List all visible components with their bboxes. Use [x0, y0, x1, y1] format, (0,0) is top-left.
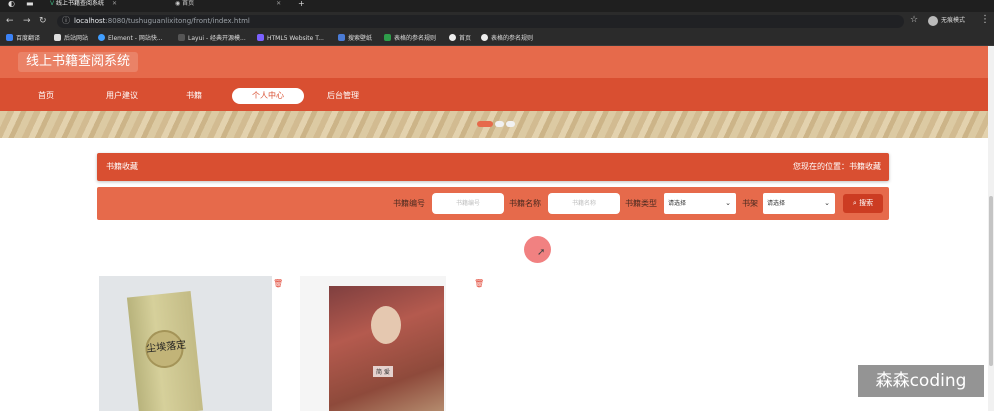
- search-button[interactable]: ⌕ 搜索: [843, 194, 883, 213]
- book-card[interactable]: 尘埃落定: [99, 276, 272, 411]
- book-cover-image: 尘埃落定: [126, 290, 204, 411]
- watermark: 森森coding: [858, 365, 984, 397]
- cover-portrait: [371, 306, 401, 344]
- address-bar[interactable]: ⓘ localhost:8080/tushuguanlixitong/front…: [57, 15, 904, 28]
- carousel-dot[interactable]: [495, 121, 504, 127]
- nav-books[interactable]: 书籍: [174, 88, 214, 104]
- translate-icon: [6, 34, 13, 41]
- tab-title: 首页: [182, 0, 195, 7]
- chevron-down-icon: ⌄: [725, 199, 731, 207]
- more-menu-icon[interactable]: ⋮: [980, 14, 990, 25]
- book-type-select[interactable]: 请选择 ⌄: [664, 193, 736, 214]
- bookmark-item[interactable]: 首页: [449, 34, 471, 44]
- scrollbar-thumb[interactable]: [989, 196, 993, 366]
- layui-icon: [178, 34, 185, 41]
- incognito-icon: [928, 15, 938, 26]
- wallpaper-icon: [338, 34, 345, 41]
- book-name-input[interactable]: [548, 193, 620, 214]
- book-name-label: 书籍名称: [509, 199, 541, 208]
- bookmark-item[interactable]: Element - 网站快...: [98, 34, 163, 44]
- site-header: 线上书籍查阅系统: [0, 46, 994, 78]
- browser-menu-icon[interactable]: ◐: [8, 0, 15, 8]
- url-text: localhost:8080/tushuguanlixitong/front/i…: [74, 17, 250, 25]
- browser-tab[interactable]: ◉ 首页 ✕: [175, 0, 281, 9]
- bookmark-star-icon[interactable]: ☆: [910, 15, 918, 25]
- bookmark-item[interactable]: 表格的参名规则: [384, 34, 436, 44]
- shelf-select[interactable]: 请选择 ⌄: [763, 193, 835, 214]
- book-type-label: 书籍类型: [625, 199, 657, 208]
- bookmark-item[interactable]: 百度翻译: [6, 34, 40, 44]
- carousel-dot-active[interactable]: [477, 121, 493, 127]
- book-type-value: 请选择: [668, 200, 687, 207]
- nav-admin[interactable]: 后台管理: [318, 88, 368, 104]
- tab-close-icon[interactable]: ✕: [276, 0, 281, 7]
- book-no-input[interactable]: [432, 193, 504, 214]
- delete-icon[interactable]: 🗑: [273, 280, 283, 288]
- window-icon[interactable]: ▬: [26, 0, 34, 8]
- delete-icon[interactable]: 🗑: [474, 280, 484, 288]
- browser-tab-active[interactable]: V 线上书籍查阅系统 ✕: [50, 0, 117, 9]
- search-button-label: 搜索: [859, 199, 874, 207]
- bookmark-item[interactable]: 搜索壁纸: [338, 34, 372, 44]
- book-cover-title: 简 爱: [373, 366, 393, 377]
- section-title: 书籍收藏: [106, 162, 138, 171]
- reload-icon[interactable]: ↻: [39, 16, 47, 26]
- nav-suggestions[interactable]: 用户建议: [96, 88, 148, 104]
- vue-logo-icon: V: [50, 0, 55, 7]
- browser-tab-strip: ◐ ▬ V 线上书籍查阅系统 ✕ ◉ 首页 ✕ +: [0, 0, 994, 12]
- incognito-profile[interactable]: 无痕模式: [928, 15, 965, 27]
- html5-icon: [257, 34, 264, 41]
- carousel-dot[interactable]: [506, 121, 515, 127]
- bookmark-item[interactable]: HTML5 Website T...: [257, 34, 324, 44]
- page-scrollbar[interactable]: [988, 46, 994, 411]
- browser-toolbar: ← → ↻ ⓘ localhost:8080/tushuguanlixitong…: [0, 12, 994, 31]
- chevron-down-icon: ⌄: [824, 199, 830, 207]
- main-nav: 首页 用户建议 书籍 个人中心 后台管理: [0, 78, 994, 111]
- bookmark-item[interactable]: 表格的参名规则: [481, 34, 533, 44]
- cursor-icon: ➚: [537, 247, 546, 258]
- book-card[interactable]: 简 爱: [300, 276, 446, 411]
- nav-personal-center[interactable]: 个人中心: [232, 88, 304, 104]
- globe-icon: [481, 34, 488, 41]
- globe-icon: ◉: [175, 0, 181, 7]
- element-icon: [98, 34, 105, 41]
- bookmarks-bar: 百度翻译 后站网站 Element - 网站快... Layui - 经典开源模…: [0, 31, 994, 46]
- book-cover-image: 简 爱: [329, 286, 444, 411]
- sheet-icon: [384, 34, 391, 41]
- tab-close-icon[interactable]: ✕: [112, 0, 117, 7]
- site-info-icon[interactable]: ⓘ: [62, 16, 70, 26]
- new-tab-button[interactable]: +: [298, 0, 305, 8]
- book-no-label: 书籍编号: [393, 199, 425, 208]
- bookmark-item[interactable]: Layui - 经典开源模...: [178, 34, 246, 44]
- search-form: 书籍编号 书籍名称 书籍类型 请选择 ⌄ 书架 请选择 ⌄ ⌕ 搜索: [97, 187, 889, 220]
- breadcrumb: 您现在的位置：书籍收藏: [793, 162, 881, 171]
- shelf-value: 请选择: [767, 200, 786, 207]
- nav-home[interactable]: 首页: [24, 88, 68, 104]
- shelf-label: 书架: [742, 199, 758, 208]
- section-header: 书籍收藏 您现在的位置：书籍收藏: [97, 153, 889, 181]
- forward-icon[interactable]: →: [23, 16, 31, 26]
- flag-icon: [54, 34, 61, 41]
- back-icon[interactable]: ←: [6, 16, 14, 26]
- tab-title: 线上书籍查阅系统: [56, 0, 105, 7]
- search-icon: ⌕: [852, 199, 857, 207]
- banner-carousel: [0, 111, 994, 138]
- globe-icon: [449, 34, 456, 41]
- site-title: 线上书籍查阅系统: [18, 52, 139, 72]
- bookmark-item[interactable]: 后站网站: [54, 34, 88, 44]
